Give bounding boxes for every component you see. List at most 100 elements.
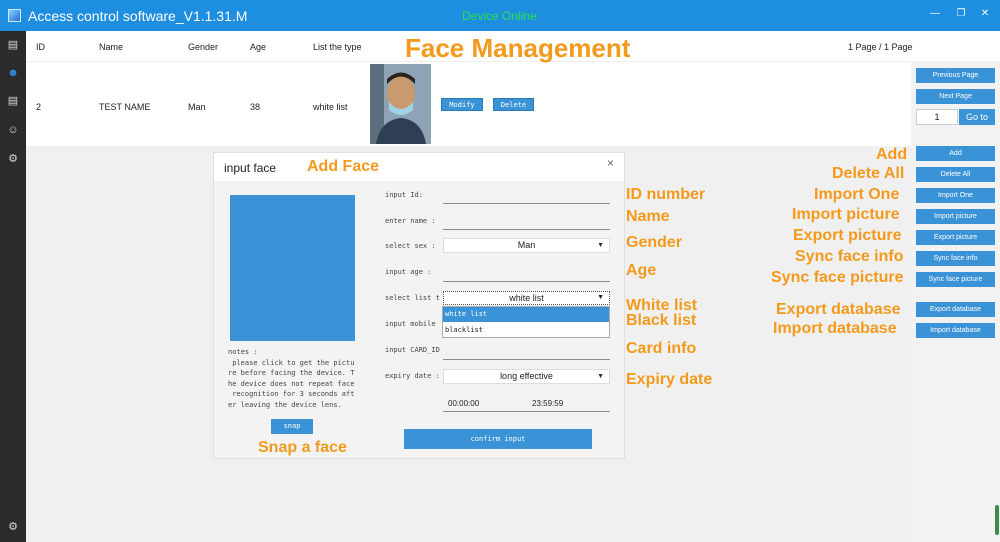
list-type-value: white list <box>509 293 544 303</box>
annotation-delete-all: Delete All <box>832 165 905 182</box>
expiry-select[interactable]: long effective ▼ <box>443 369 610 384</box>
column-age: Age <box>250 42 267 52</box>
add-button[interactable]: Add <box>916 146 995 161</box>
label-input-mobile: input mobile <box>385 320 436 328</box>
chevron-down-icon: ▼ <box>597 373 604 380</box>
settings-bottom-icon[interactable]: ⚙ <box>5 520 21 534</box>
table-row[interactable]: 2 TEST NAME Man 38 white list Modify Del… <box>26 64 911 144</box>
face-photo <box>370 64 431 144</box>
card-id-field[interactable] <box>443 359 610 360</box>
annotation-expiry-date: Expiry date <box>626 371 713 388</box>
cell-gender: Man <box>188 102 206 112</box>
import-picture-button[interactable]: Import picture <box>916 209 995 224</box>
chevron-down-icon: ▼ <box>597 294 604 301</box>
page-number-input[interactable]: 1 <box>916 109 958 125</box>
title-bar: Access control software_V1.1.31.M Device… <box>0 0 1000 31</box>
label-input-card: input CARD_ID <box>385 346 440 354</box>
menu-list-icon[interactable]: ▤ <box>5 38 21 52</box>
annotation-import-picture: Import picture <box>792 206 900 223</box>
previous-page-button[interactable]: Previous Page <box>916 68 995 83</box>
column-list-type: List the type <box>313 42 362 52</box>
annotation-import-database: Import database <box>773 320 897 337</box>
window-title: Access control software_V1.1.31.M <box>28 8 248 24</box>
dialog-notes: notes : please click to get the pictu re… <box>228 348 355 409</box>
annotation-gender: Gender <box>626 234 683 251</box>
action-panel: Previous Page Next Page 1 Go to Add Dele… <box>911 62 1000 542</box>
face-scan-icon[interactable]: ☻ <box>5 66 21 80</box>
time-start[interactable]: 00:00:00 <box>448 399 479 408</box>
label-select-list: select list t <box>385 294 440 302</box>
restore-icon[interactable]: ❐ <box>952 6 970 22</box>
cell-id: 2 <box>36 102 42 112</box>
time-end[interactable]: 23:59:59 <box>532 399 563 408</box>
sex-select-value: Man <box>517 240 536 250</box>
close-icon[interactable]: ✕ <box>976 6 994 22</box>
modify-button[interactable]: Modify <box>441 98 483 111</box>
page-info: 1 Page / 1 Page <box>848 42 913 52</box>
cell-list-type: white list <box>313 102 348 112</box>
list-type-select[interactable]: white list ▼ <box>443 291 610 305</box>
column-id: ID <box>36 42 45 52</box>
column-gender: Gender <box>188 42 219 52</box>
expiry-select-value: long effective <box>500 371 553 381</box>
cell-name: TEST NAME <box>99 102 151 112</box>
sync-face-picture-button[interactable]: Sync face picture <box>916 272 995 287</box>
annotation-age: Age <box>626 262 657 279</box>
snap-button[interactable]: snap <box>271 419 313 434</box>
annotation-sync-face-info: Sync face info <box>795 248 904 265</box>
left-sidebar: ▤ ☻ ▤ ☺ ⚙ ⚙ <box>0 31 26 542</box>
dialog-header: input face Add Face × <box>214 153 624 181</box>
export-database-button[interactable]: Export database <box>916 302 995 317</box>
scrollbar-thumb[interactable] <box>995 505 999 535</box>
import-one-button[interactable]: Import One <box>916 188 995 203</box>
annotation-snap-face: Snap a face <box>258 439 347 456</box>
label-enter-name: enter name : <box>385 217 436 225</box>
next-page-button[interactable]: Next Page <box>916 89 995 104</box>
label-input-id: input Id: <box>385 191 423 199</box>
column-name: Name <box>99 42 124 52</box>
device-status: Device Online <box>462 9 537 23</box>
annotation-id-number: ID number <box>626 186 706 203</box>
annotation-add-face: Add Face <box>307 158 380 175</box>
label-input-age: input age : <box>385 268 432 276</box>
label-expiry-date: expiry date : <box>385 372 440 380</box>
input-id-field[interactable] <box>443 203 610 204</box>
age-field[interactable] <box>443 281 610 282</box>
confirm-input-button[interactable]: confirm input <box>404 429 592 449</box>
user-settings-icon[interactable]: ☺ <box>5 123 21 137</box>
annotation-sync-face-picture: Sync face picture <box>771 269 904 286</box>
camera-preview <box>230 195 355 341</box>
list-type-dropdown: white list blacklist <box>442 306 610 338</box>
dialog-close-icon[interactable]: × <box>607 156 614 170</box>
document-icon[interactable]: ▤ <box>5 94 21 108</box>
dialog-title: input face <box>224 161 277 175</box>
input-face-dialog: input face Add Face × notes : please cli… <box>213 152 625 459</box>
face-table: ID Name Gender Age List the type Face Ma… <box>26 31 1000 146</box>
option-blacklist[interactable]: blacklist <box>443 323 609 338</box>
time-range-line <box>443 411 610 412</box>
annotation-name: Name <box>626 208 670 225</box>
annotation-export-picture: Export picture <box>793 227 902 244</box>
option-white-list[interactable]: white list <box>443 307 609 322</box>
gear-icon[interactable]: ⚙ <box>5 152 21 166</box>
annotation-card-info: Card info <box>626 340 697 357</box>
annotation-black-list: Black list <box>626 312 697 329</box>
chevron-down-icon: ▼ <box>597 242 604 249</box>
app-logo-icon <box>8 9 21 22</box>
label-select-sex: select sex : <box>385 242 436 250</box>
annotation-add: Add <box>876 146 908 163</box>
goto-button[interactable]: Go to <box>959 109 995 125</box>
annotation-import-one: Import One <box>814 186 900 203</box>
annotation-face-management: Face Management <box>405 33 631 63</box>
annotation-export-database: Export database <box>776 301 901 318</box>
import-database-button[interactable]: Import database <box>916 323 995 338</box>
cell-age: 38 <box>250 102 261 112</box>
table-header: ID Name Gender Age List the type Face Ma… <box>26 31 1000 63</box>
sync-face-info-button[interactable]: Sync face info <box>916 251 995 266</box>
name-field[interactable] <box>443 229 610 230</box>
minimize-icon[interactable]: — <box>926 6 944 22</box>
sex-select[interactable]: Man ▼ <box>443 238 610 253</box>
export-picture-button[interactable]: Export picture <box>916 230 995 245</box>
delete-row-button[interactable]: Delete <box>493 98 534 111</box>
delete-all-button[interactable]: Delete All <box>916 167 995 182</box>
